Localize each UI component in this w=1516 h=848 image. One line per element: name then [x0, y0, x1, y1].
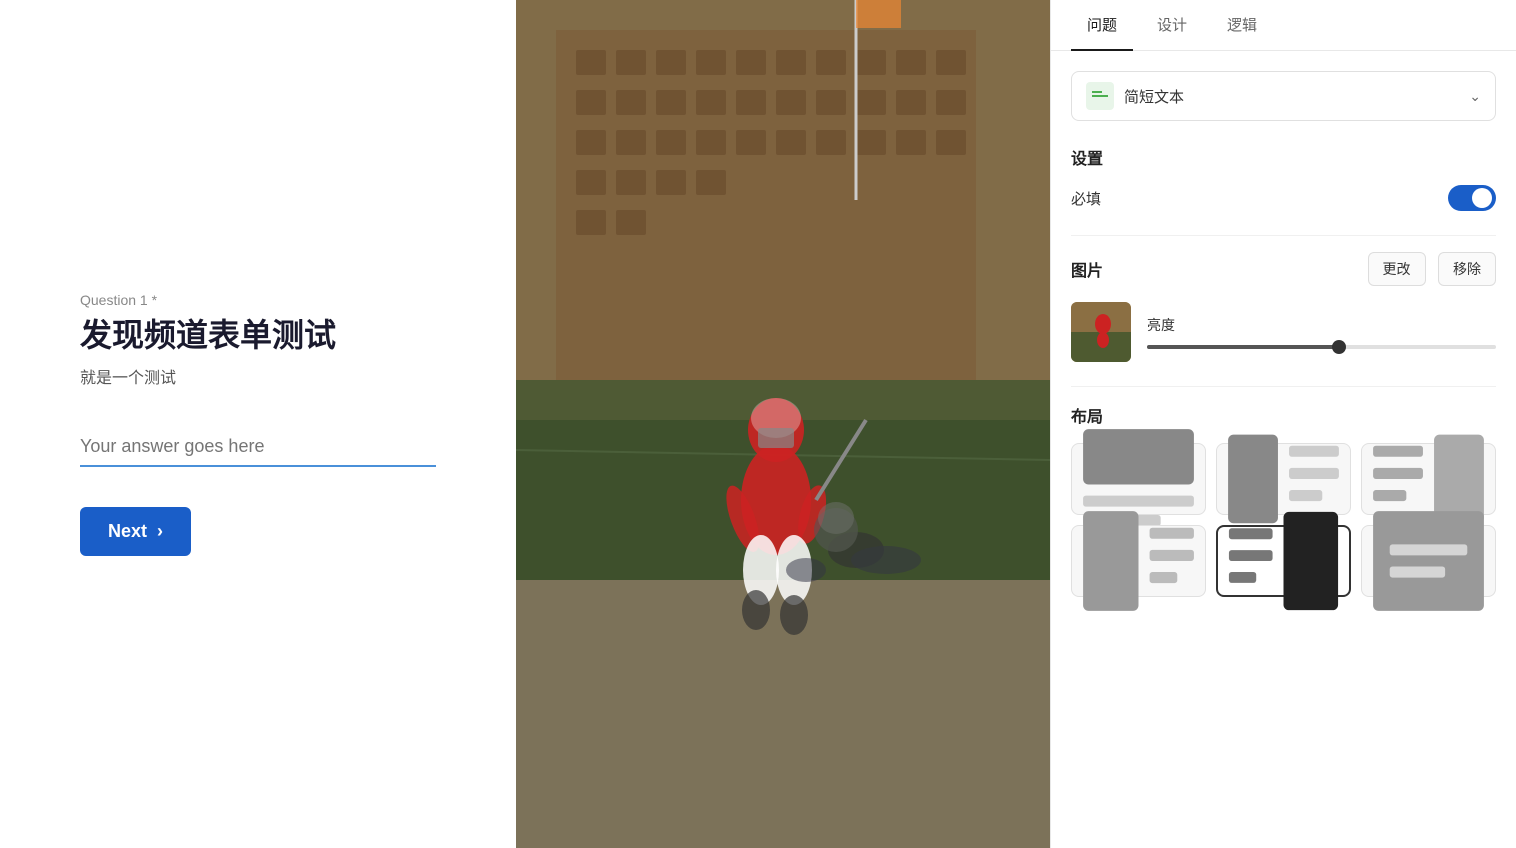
left-panel: Question 1 * 发现频道表单测试 就是一个测试 Next › — [0, 0, 516, 848]
tab-design[interactable]: 设计 — [1141, 0, 1203, 51]
next-label: Next — [108, 521, 147, 542]
image-section-label: 图片 — [1071, 257, 1103, 281]
settings-label: 设置 — [1071, 145, 1496, 169]
short-text-icon — [1092, 95, 1108, 97]
required-label: 必填 — [1071, 188, 1101, 209]
next-chevron-icon: › — [157, 521, 163, 542]
required-toggle[interactable] — [1448, 185, 1496, 211]
divider-2 — [1071, 386, 1496, 387]
answer-input[interactable] — [80, 428, 436, 467]
layout-option-full[interactable] — [1361, 525, 1496, 597]
type-label: 简短文本 — [1124, 86, 1469, 107]
question-desc: 就是一个测试 — [80, 364, 436, 388]
right-panel: 问题 设计 逻辑 简短文本 ⌄ 设置 必填 图片 更改 移除 — [1050, 0, 1516, 848]
divider-1 — [1071, 235, 1496, 236]
chevron-down-icon: ⌄ — [1469, 88, 1481, 105]
slider-thumb[interactable] — [1332, 340, 1346, 354]
brightness-row: 亮度 — [1071, 302, 1496, 362]
next-button[interactable]: Next › — [80, 507, 191, 556]
image-thumbnail — [1071, 302, 1131, 362]
required-toggle-row: 必填 — [1071, 185, 1496, 211]
remove-image-button[interactable]: 移除 — [1438, 252, 1496, 286]
type-selector[interactable]: 简短文本 ⌄ — [1071, 71, 1496, 121]
right-content: 简短文本 ⌄ 设置 必填 图片 更改 移除 — [1051, 51, 1516, 848]
tab-question[interactable]: 问题 — [1071, 0, 1133, 51]
question-label: Question 1 * — [80, 292, 436, 308]
slider-fill — [1147, 345, 1339, 349]
type-icon — [1086, 82, 1114, 110]
question-title: 发现频道表单测试 — [80, 316, 436, 354]
tab-bar: 问题 设计 逻辑 — [1051, 0, 1516, 51]
background-image-panel — [516, 0, 1050, 848]
brightness-area: 亮度 — [1147, 315, 1496, 349]
image-action-buttons: 更改 移除 — [1360, 252, 1496, 286]
tab-logic[interactable]: 逻辑 — [1211, 0, 1273, 51]
image-section-row: 图片 更改 移除 — [1071, 252, 1496, 286]
layout-option-selected[interactable] — [1216, 525, 1351, 597]
layout-option-half-left[interactable] — [1071, 525, 1206, 597]
layout-grid — [1071, 443, 1496, 597]
brightness-label: 亮度 — [1147, 315, 1496, 335]
brightness-slider[interactable] — [1147, 345, 1496, 349]
change-image-button[interactable]: 更改 — [1368, 252, 1426, 286]
